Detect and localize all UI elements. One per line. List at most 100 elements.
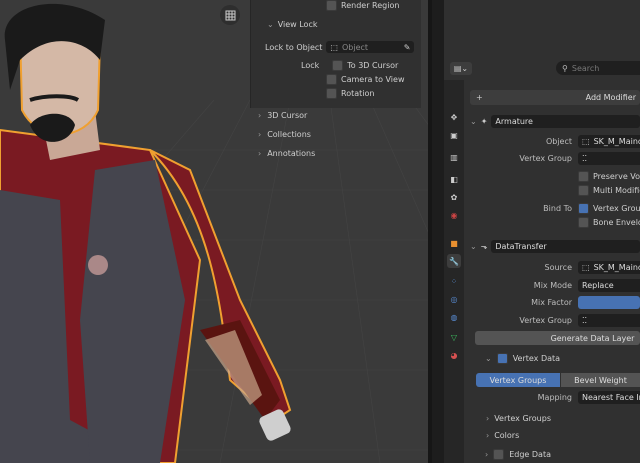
chevron-right-icon: › [486, 414, 490, 423]
tab-constraints[interactable]: ◍ [447, 310, 461, 324]
datatransfer-icon: ⬎ [480, 241, 488, 251]
tab-material[interactable]: ◕ [447, 348, 461, 362]
armature-vertex-group-field[interactable]: ⁚⁚ [578, 152, 640, 165]
material-icon: ◕ [450, 350, 458, 360]
add-modifier-label: Add Modifier [585, 93, 636, 102]
toggle-grid-button[interactable] [220, 5, 240, 25]
tab-bevel-weight-type[interactable]: Bevel Weight [561, 373, 640, 387]
vertex-data-header[interactable]: ⌄ Vertex Data [485, 353, 560, 364]
datatransfer-name-field[interactable]: DataTransfer [491, 239, 640, 253]
generate-label: Generate Data Layer [550, 333, 635, 343]
armature-object-field[interactable]: ⬚ SK_M_Mainc [578, 135, 640, 148]
object-icon: ⬚ [330, 42, 338, 52]
section-label: Collections [267, 130, 311, 139]
edge-data-checkbox[interactable] [493, 449, 505, 460]
chevron-right-icon: › [258, 111, 262, 120]
rotation-checkbox[interactable] [326, 88, 337, 99]
mix-factor-slider[interactable] [578, 296, 640, 309]
camera-to-view-label: Camera to View [341, 75, 405, 84]
section-label: 3D Cursor [267, 111, 308, 120]
search-icon: ⚲ [562, 63, 568, 73]
chevron-right-icon: › [486, 431, 490, 440]
search-placeholder: Search [571, 63, 600, 73]
vertex-groups-subpanel[interactable]: › Vertex Groups [486, 414, 551, 423]
preserve-volume-label: Preserve Volu [593, 172, 640, 181]
lock-object-field[interactable]: ⬚ Object ✎ [326, 41, 415, 53]
multi-modifier-checkbox[interactable] [578, 185, 589, 196]
add-modifier-button[interactable]: + Add Modifier [470, 90, 640, 105]
armature-modifier-header[interactable]: ⌄ ✦ Armature [470, 113, 640, 129]
multi-modifier-label: Multi Modifier [593, 186, 640, 195]
section-3d-cursor[interactable]: › 3D Cursor [258, 111, 307, 120]
object-value: SK_M_Mainc [593, 137, 640, 146]
section-annotations[interactable]: › Annotations [258, 149, 315, 158]
vertex-groups-subpanel-label: Vertex Groups [494, 414, 551, 423]
tab-particles[interactable]: ⁘ [447, 274, 461, 288]
mix-mode-value: Replace [582, 281, 614, 290]
tab-view-layer[interactable]: ◧ [447, 172, 461, 186]
tab-tool[interactable]: ✥ [447, 110, 461, 124]
chevron-down-icon: ⌄ [485, 354, 492, 363]
render-icon: ▣ [450, 130, 458, 140]
object-placeholder: Object [341, 42, 369, 52]
view-sidebar-panel: Render Region ⌄ View Lock Lock to Object… [250, 0, 421, 108]
source-label: Source [544, 263, 572, 272]
bone-envelopes-row[interactable]: Bone Envelop [578, 217, 640, 228]
object-icon: ⬚ [582, 263, 590, 272]
armature-name-field[interactable]: Armature [491, 114, 640, 128]
chevron-down-icon[interactable]: ⌄ [470, 117, 477, 126]
tab-object[interactable]: ■ [447, 236, 461, 250]
tab-world[interactable]: ◉ [447, 208, 461, 222]
render-region-row[interactable]: Render Region [326, 0, 399, 11]
tab-physics[interactable]: ◎ [447, 292, 461, 306]
plus-icon: + [476, 93, 483, 102]
vertex-group-label: Vertex Group [519, 316, 572, 325]
view-lock-header[interactable]: ⌄ View Lock [267, 20, 317, 29]
tab-output[interactable]: ▥ [447, 150, 461, 164]
vertex-groups-row[interactable]: Vertex Group [578, 203, 640, 214]
mapping-value: Nearest Face In [582, 393, 640, 402]
tab-scene[interactable]: ✿ [447, 190, 461, 204]
source-object-field[interactable]: ⬚ SK_M_Mainc [578, 261, 640, 274]
rotation-row[interactable]: Rotation [326, 88, 374, 99]
mix-mode-dropdown[interactable]: Replace [578, 279, 640, 292]
properties-tabs: ✥ ▣ ▥ ◧ ✿ ◉ ■ 🔧 ⁘ ◎ ◍ ▽ ◕ [444, 80, 464, 463]
wrench-icon: 🔧 [449, 256, 459, 266]
editor-type-button[interactable]: ▤⌄ [450, 62, 472, 75]
tab-vertex-groups-type[interactable]: Vertex Groups [476, 373, 560, 387]
multi-modifier-row[interactable]: Multi Modifier [578, 185, 640, 196]
dt-vertex-group-field[interactable]: ⁚⁚ [578, 314, 640, 327]
bone-envelopes-checkbox[interactable] [578, 217, 589, 228]
object-icon: ■ [450, 238, 458, 248]
camera-to-view-checkbox[interactable] [326, 74, 337, 85]
search-input[interactable]: ⚲ Search [556, 61, 640, 75]
colors-subpanel[interactable]: › Colors [486, 431, 519, 440]
tab-modifiers[interactable]: 🔧 [447, 254, 461, 268]
3d-viewport[interactable]: Render Region ⌄ View Lock Lock to Object… [0, 0, 428, 463]
preserve-volume-row[interactable]: Preserve Volu [578, 171, 640, 182]
render-region-checkbox[interactable] [326, 0, 337, 11]
vertex-group-icon: ⁚⁚ [582, 154, 588, 163]
vertex-data-checkbox[interactable] [496, 353, 508, 364]
lock-row: Lock To 3D Cursor [301, 60, 398, 71]
edge-data-label: Edge Data [509, 450, 551, 459]
vertex-groups-checkbox[interactable] [578, 203, 589, 214]
to-3d-cursor-checkbox[interactable] [332, 60, 344, 71]
constraints-icon: ◍ [450, 312, 458, 322]
edge-data-header[interactable]: › Edge Data [485, 449, 551, 460]
lock-to-object-label: Lock to Object [265, 42, 323, 52]
section-collections[interactable]: › Collections [258, 130, 311, 139]
mix-factor-label: Mix Factor [531, 298, 572, 307]
datatransfer-modifier-header[interactable]: ⌄ ⬎ DataTransfer [470, 238, 640, 254]
tab-data[interactable]: ▽ [447, 330, 461, 344]
tab-render[interactable]: ▣ [447, 128, 461, 142]
vertex-groups-label: Vertex Group [593, 204, 640, 213]
chevron-down-icon[interactable]: ⌄ [470, 242, 477, 251]
preserve-volume-checkbox[interactable] [578, 171, 589, 182]
chevron-right-icon: › [485, 450, 489, 459]
camera-to-view-row[interactable]: Camera to View [326, 74, 405, 85]
generate-data-layers-button[interactable]: Generate Data Layer [475, 331, 640, 345]
mapping-dropdown[interactable]: Nearest Face In [578, 391, 640, 404]
physics-icon: ◎ [450, 294, 458, 304]
eyedropper-icon[interactable]: ✎ [404, 43, 411, 52]
